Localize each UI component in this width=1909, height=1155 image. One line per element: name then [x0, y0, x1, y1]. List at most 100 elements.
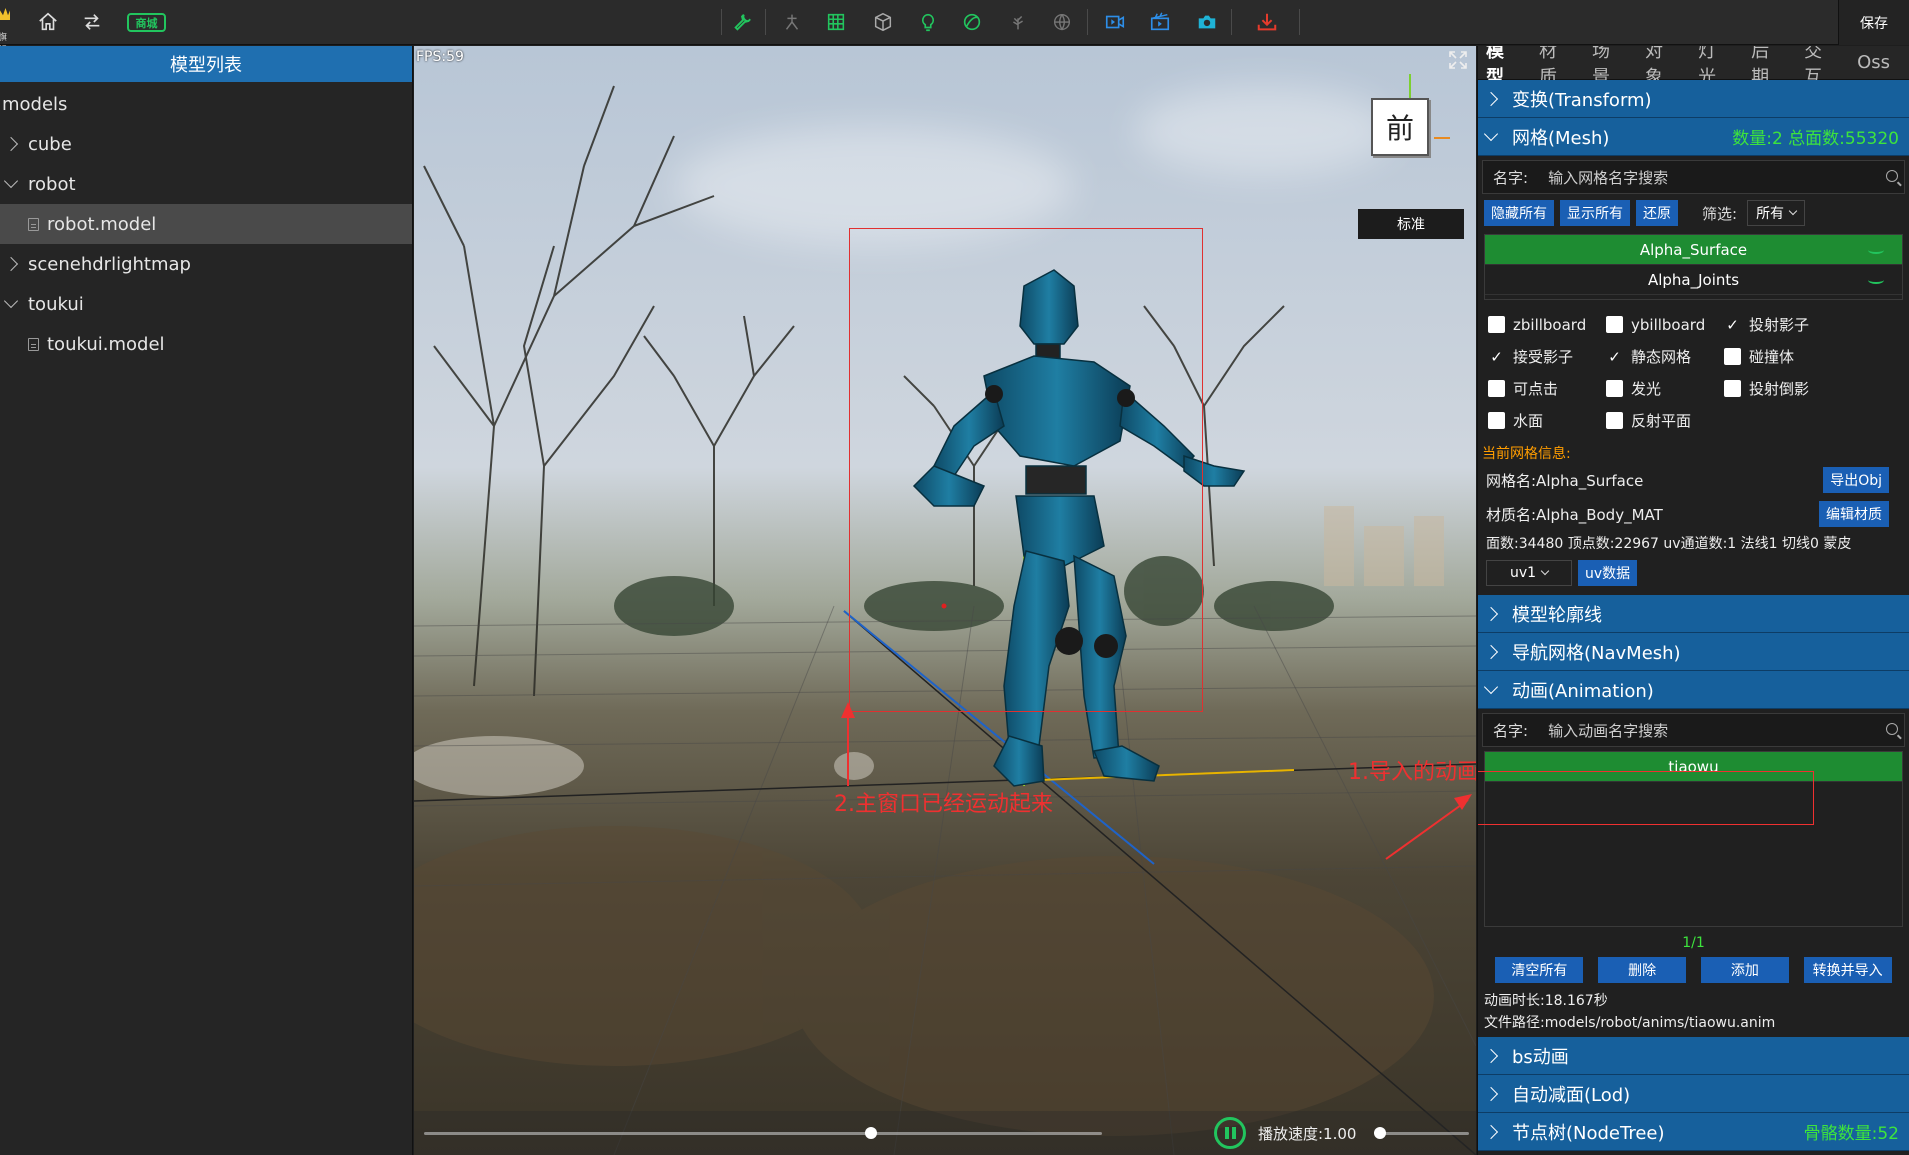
eye-icon[interactable] — [1868, 246, 1884, 254]
restore-button[interactable]: 还原 — [1636, 200, 1678, 226]
cube-icon[interactable] — [869, 8, 897, 36]
chevron-right-icon[interactable] — [3, 256, 19, 272]
chevron-down-icon[interactable] — [3, 293, 19, 309]
crown-icon[interactable]: 旗舰版 — [0, 4, 14, 69]
standard-view-button[interactable]: 标准 — [1358, 209, 1464, 239]
timeline-track[interactable] — [424, 1132, 1102, 1135]
search-icon[interactable] — [1886, 723, 1898, 735]
speed-slider[interactable] — [1374, 1132, 1469, 1135]
file-icon — [28, 337, 39, 351]
search-icon[interactable] — [1886, 170, 1898, 182]
checkbox-box[interactable] — [1488, 380, 1505, 397]
filter-select[interactable]: 所有 — [1747, 200, 1806, 226]
edit-material-button[interactable]: 编辑材质 — [1819, 501, 1889, 527]
checkbox-box[interactable] — [1724, 380, 1741, 397]
option-checkbox[interactable]: 水面 — [1488, 410, 1606, 431]
annotation-main-window: 2.主窗口已经运动起来 — [834, 792, 1053, 817]
checkbox-box[interactable] — [1488, 412, 1505, 429]
checkmark-icon[interactable]: ✓ — [1488, 348, 1505, 366]
tree-item[interactable]: robot.model — [0, 204, 412, 244]
mesh-item[interactable]: Alpha_Joints — [1485, 265, 1902, 295]
grid-icon[interactable] — [822, 8, 850, 36]
add-button[interactable]: 添加 — [1700, 957, 1789, 983]
option-checkbox[interactable]: 反射平面 — [1606, 410, 1724, 431]
checkbox-box[interactable] — [1488, 316, 1505, 333]
chevron-down-icon[interactable] — [3, 173, 19, 189]
uv-channel-select[interactable]: uv1 — [1486, 560, 1572, 586]
camera-icon[interactable] — [1193, 8, 1221, 36]
3d-viewport[interactable]: FPS:59 前 标准 2.主窗口已经运动起来 1.导入的动画 播放速度:1.0… — [414, 46, 1476, 1155]
convert-import-button[interactable]: 转换并导入 — [1803, 957, 1892, 983]
mesh-item[interactable]: Alpha_Surface — [1485, 235, 1902, 265]
tree-item[interactable]: toukui — [0, 284, 412, 324]
save-button[interactable]: 保存 — [1838, 0, 1909, 45]
option-checkbox[interactable]: 可点击 — [1488, 378, 1606, 399]
tree-item-label: cube — [28, 133, 72, 155]
eye-icon[interactable] — [1868, 276, 1884, 284]
chevron-right-icon[interactable] — [3, 136, 19, 152]
anim-search-input[interactable]: 输入动画名字搜索 — [1548, 720, 1668, 741]
option-checkbox[interactable]: 投射倒影 — [1724, 378, 1864, 399]
checkbox-box[interactable] — [1606, 316, 1623, 333]
checkmark-icon[interactable]: ✓ — [1724, 316, 1741, 334]
anim-actions: 清空所有 删除 添加 转换并导入 — [1488, 957, 1899, 983]
home-icon[interactable] — [34, 8, 62, 36]
export-obj-button[interactable]: 导出Obj — [1823, 467, 1889, 493]
option-checkbox[interactable]: ✓ 静态网格 — [1606, 346, 1724, 367]
globe-icon[interactable] — [1048, 8, 1076, 36]
sphere-icon[interactable] — [958, 8, 986, 36]
section-lod[interactable]: 自动减面(Lod) — [1478, 1075, 1909, 1113]
tree-item[interactable]: cube — [0, 124, 412, 164]
option-checkbox[interactable]: ybillboard — [1606, 314, 1724, 335]
chevron-down-icon — [1540, 566, 1550, 576]
lightbulb-icon[interactable] — [914, 8, 942, 36]
mesh-search-input[interactable]: 输入网格名字搜索 — [1548, 167, 1668, 188]
annotation-highlight-box — [1478, 771, 1814, 825]
option-checkbox[interactable]: ✓ 接受影子 — [1488, 346, 1606, 367]
delete-button[interactable]: 删除 — [1598, 957, 1687, 983]
checkmark-icon[interactable]: ✓ — [1606, 348, 1623, 366]
timeline-knob[interactable] — [865, 1127, 878, 1139]
wrench-icon[interactable] — [728, 8, 756, 36]
clapper-icon[interactable] — [1146, 8, 1174, 36]
show-all-button[interactable]: 显示所有 — [1560, 200, 1630, 226]
tab-item[interactable]: Oss — [1857, 52, 1890, 73]
section-mesh[interactable]: 网格(Mesh) 数量:2 总面数:55320 — [1478, 118, 1909, 156]
download-icon[interactable] — [1253, 8, 1281, 36]
mesh-search-row: 名字: 输入网格名字搜索 — [1482, 160, 1905, 194]
option-checkbox[interactable]: ✓ 投射影子 — [1724, 314, 1864, 335]
hide-all-button[interactable]: 隐藏所有 — [1484, 200, 1554, 226]
option-checkbox[interactable]: zbillboard — [1488, 314, 1606, 335]
option-checkbox[interactable]: 碰撞体 — [1724, 346, 1864, 367]
tree-item-label: toukui — [28, 293, 84, 315]
section-bs-anim[interactable]: bs动画 — [1478, 1037, 1909, 1075]
option-checkbox[interactable]: 发光 — [1606, 378, 1724, 399]
tree-item[interactable]: scenehdrlightmap — [0, 244, 412, 284]
fullscreen-icon[interactable] — [1448, 50, 1468, 70]
section-outline[interactable]: 模型轮廓线 — [1478, 595, 1909, 633]
bone-count: 骨骼数量:52 — [1803, 1124, 1899, 1144]
video-icon[interactable] — [1101, 8, 1129, 36]
section-animation[interactable]: 动画(Animation) — [1478, 671, 1909, 709]
clear-all-button[interactable]: 清空所有 — [1495, 957, 1584, 983]
section-nodetree[interactable]: 节点树(NodeTree) 骨骼数量:52 — [1478, 1113, 1909, 1151]
tree-icon[interactable] — [1004, 8, 1032, 36]
speed-knob[interactable] — [1374, 1127, 1386, 1139]
tree-item[interactable]: robot — [0, 164, 412, 204]
checkbox-box[interactable] — [1606, 380, 1623, 397]
section-navmesh[interactable]: 导航网格(NavMesh) — [1478, 633, 1909, 671]
section-transform[interactable]: 变换(Transform) — [1478, 80, 1909, 118]
checkbox-box[interactable] — [1724, 348, 1741, 365]
tree-item[interactable]: toukui.model — [0, 324, 412, 364]
view-cube[interactable]: 前 — [1371, 98, 1429, 156]
skeleton-icon[interactable] — [778, 8, 806, 36]
swap-icon[interactable] — [78, 8, 106, 36]
uv-data-button[interactable]: uv数据 — [1578, 560, 1638, 586]
tree-item[interactable]: models — [0, 84, 412, 124]
fps-counter: FPS:59 — [416, 49, 464, 65]
checkbox-box[interactable] — [1606, 412, 1623, 429]
shop-button[interactable]: 商城 — [127, 13, 166, 32]
chevron-down-icon — [1788, 206, 1798, 216]
file-icon — [28, 217, 39, 231]
pause-button[interactable] — [1214, 1117, 1246, 1149]
